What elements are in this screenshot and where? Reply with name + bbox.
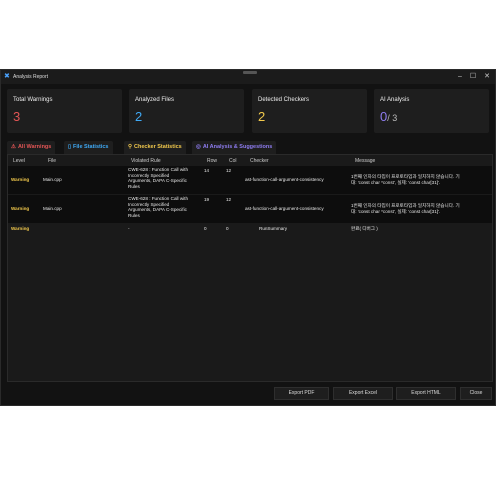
card-label: Detected Checkers [258, 97, 310, 103]
tab-all-warnings[interactable]: ⚠ All Warnings [7, 141, 56, 154]
tab-checker-statistics[interactable]: ⚲ Checker Statistics [124, 141, 186, 154]
header-file: File [48, 158, 57, 164]
message-line: 1번째 인자의 타입이 프로토타입과 일치하지 않습니다. 기 [351, 174, 460, 179]
row-cell: 14 [204, 168, 210, 173]
close-icon[interactable]: ✕ [482, 72, 492, 82]
rule-line: CWE-628 : Function Call with [128, 167, 188, 172]
analyzed-files-card: Analyzed Files 2 [129, 89, 244, 133]
level-cell: Warning [11, 206, 30, 211]
message-line: 대: 'const char *const', 실제: 'const char[… [351, 208, 441, 214]
tab-label: All Warnings [17, 144, 52, 150]
file-cell: Main.cpp [43, 206, 62, 211]
row-cell: 19 [204, 197, 210, 202]
maximize-icon[interactable]: ☐ [468, 72, 478, 82]
analysis-report-window: ✖ Analysis Report – ☐ ✕ Total Warnings 3… [0, 69, 496, 406]
rule-cell: CWE-628 : Function Call with Incorrectly… [128, 196, 188, 218]
col-cell: 12 [226, 197, 232, 202]
checker-cell: ast-function-call-argument-consistency [245, 177, 324, 182]
rule-line: Arguments, DAPA C-Specific [128, 178, 187, 184]
file-icon: ▯ [68, 144, 72, 150]
warning-icon: ⚠ [11, 144, 16, 150]
drag-handle[interactable] [243, 71, 257, 74]
ai-analysis-card: AI Analysis 0/ 3 [374, 89, 489, 133]
window-title: Analysis Report [13, 74, 49, 80]
card-value: 2 [135, 109, 143, 124]
message-cell: 완료( 디버그 ) [351, 226, 378, 231]
ai-icon: ◎ [196, 144, 201, 150]
card-value: 3 [13, 109, 21, 124]
table-header: Level File Violated Rule Row Col Checker… [8, 155, 492, 165]
rule-line: Rules [128, 212, 140, 218]
export-excel-button[interactable]: Export Excel [333, 387, 393, 400]
checker-cell: ast-function-call-argument-consistency [245, 206, 324, 211]
table-row[interactable]: Warning Main.cpp CWE-628 : Function Call… [8, 166, 492, 194]
message-cell: 1번째 인자의 타입이 프로토타입과 일치하지 않습니다. 기 대: 'cons… [351, 174, 460, 185]
tab-label: Checker Statistics [134, 144, 182, 150]
card-label: Analyzed Files [135, 97, 175, 103]
search-icon: ⚲ [128, 144, 133, 150]
minimize-icon[interactable]: – [455, 72, 465, 82]
message-cell: 1번째 인자의 타입이 프로토타입과 일치하지 않습니다. 기 대: 'cons… [351, 203, 460, 214]
close-button[interactable]: Close [460, 387, 492, 400]
rule-cell: CWE-628 : Function Call with Incorrectly… [128, 167, 188, 189]
header-message: Message [355, 158, 376, 164]
tab-label: File Statistics [73, 144, 109, 150]
total-warnings-card: Total Warnings 3 [7, 89, 122, 133]
title-bar: ✖ Analysis Report – ☐ ✕ [1, 70, 495, 84]
rule-line: Arguments, DAPA C-Specific [128, 207, 187, 213]
tab-file-statistics[interactable]: ▯ File Statistics [64, 141, 113, 154]
card-label: Total Warnings [13, 97, 53, 103]
level-cell: Warning [11, 177, 30, 182]
card-value: 0/ 3 [380, 109, 397, 124]
ai-total-count: / 3 [387, 113, 398, 123]
header-checker: Checker [250, 158, 269, 164]
tab-ai-analysis[interactable]: ◎ AI Analysis & Suggestions [192, 141, 277, 154]
col-cell: 12 [226, 168, 232, 173]
table-row[interactable]: Warning Main.cpp CWE-628 : Function Call… [8, 195, 492, 223]
header-row: Row [207, 158, 218, 164]
summary-cards: Total Warnings 3 Analyzed Files 2 Detect… [7, 89, 489, 134]
header-level: Level [13, 158, 25, 164]
message-line: 1번째 인자의 타입이 프로토타입과 일치하지 않습니다. 기 [351, 203, 460, 208]
card-value: 2 [258, 109, 266, 124]
file-cell: Main.cpp [43, 177, 62, 182]
rule-cell: - [128, 226, 130, 231]
message-line: 대: 'const char *const', 실제: 'const char[… [351, 179, 441, 185]
detected-checkers-card: Detected Checkers 2 [252, 89, 367, 133]
rule-line: CWE-628 : Function Call with [128, 196, 188, 201]
header-col: Col [229, 158, 237, 164]
level-cell: Warning [11, 226, 30, 231]
card-label: AI Analysis [380, 97, 410, 103]
header-rule: Violated Rule [131, 158, 161, 164]
row-cell: 0 [204, 226, 207, 231]
table-row[interactable]: Warning - 0 0 RunSummary 완료( 디버그 ) [8, 224, 492, 233]
app-icon: ✖ [4, 73, 10, 80]
export-html-button[interactable]: Export HTML [396, 387, 456, 400]
rule-line: Rules [128, 183, 140, 189]
col-cell: 0 [226, 226, 229, 231]
export-pdf-button[interactable]: Export PDF [274, 387, 329, 400]
tab-label: AI Analysis & Suggestions [202, 144, 273, 150]
checker-cell: RunSummary [259, 226, 288, 231]
warnings-table: Level File Violated Rule Row Col Checker… [7, 154, 493, 382]
